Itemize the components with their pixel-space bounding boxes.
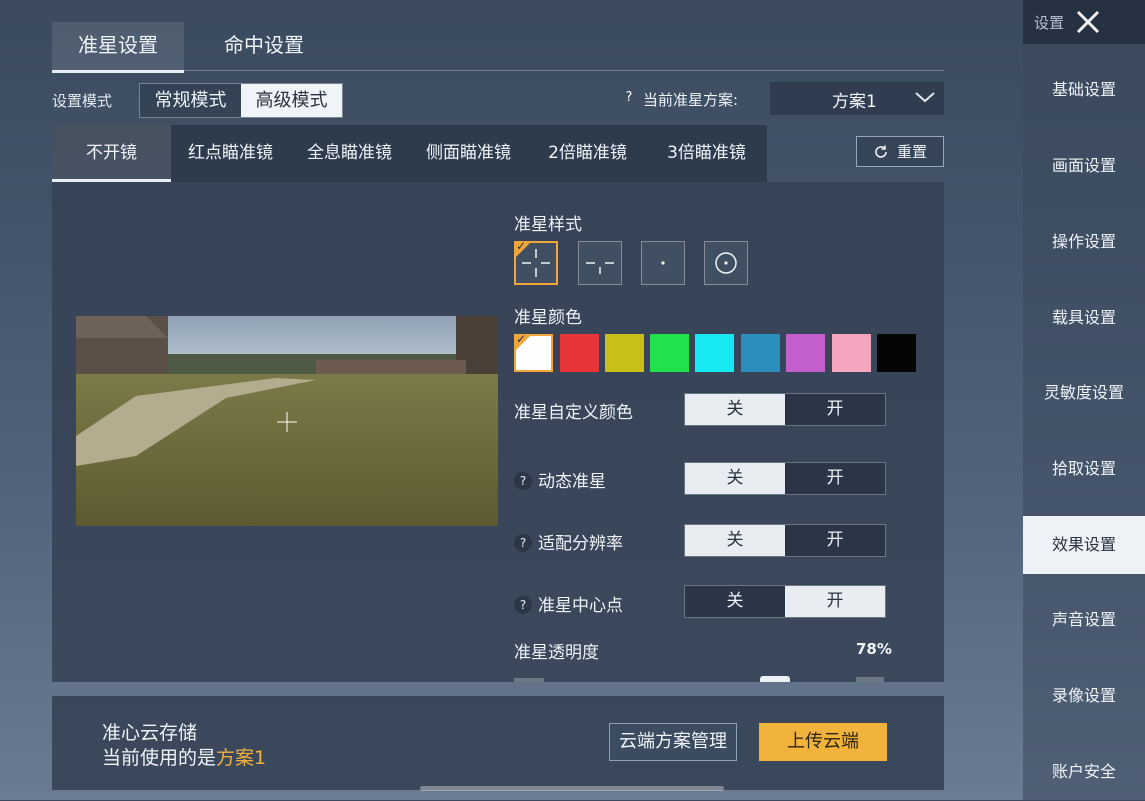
scope-tab-2x[interactable]: 2倍瞄准镜 (528, 125, 647, 182)
sidebar-item-sensitivity[interactable]: 灵敏度设置 (1023, 364, 1145, 422)
dynamic-on-button[interactable]: 开 (785, 463, 885, 494)
upload-cloud-button[interactable]: 上传云端 (759, 723, 887, 761)
style-option-split[interactable] (578, 241, 622, 285)
sidebar-item-controls[interactable]: 操作设置 (1023, 213, 1145, 271)
crosshair-circle-icon (715, 252, 737, 274)
scope-tab-holographic[interactable]: 全息瞄准镜 (290, 125, 409, 182)
style-option-circle[interactable] (704, 241, 748, 285)
scope-tab-side[interactable]: 侧面瞄准镜 (409, 125, 528, 182)
scope-tab-3x[interactable]: 3倍瞄准镜 (647, 125, 766, 182)
dynamic-crosshair-toggle: 关 开 (684, 462, 886, 495)
dynamic-crosshair-label: ? 动态准星 (514, 467, 606, 492)
center-dot-toggle: 关 开 (684, 585, 886, 618)
crosshair-preview-image (76, 316, 498, 526)
dynamic-off-button[interactable]: 关 (685, 463, 785, 494)
custom-color-off-button[interactable]: 关 (685, 394, 785, 425)
sidebar-item-graphics[interactable]: 画面设置 (1023, 137, 1145, 195)
color-swatch[interactable]: ✓ (514, 332, 553, 372)
style-option-cross[interactable]: ✓ (514, 239, 558, 285)
color-swatch[interactable] (741, 334, 780, 372)
color-swatch[interactable] (832, 334, 871, 372)
color-swatch[interactable] (695, 334, 734, 372)
mode-advanced-button[interactable]: 高级模式 (241, 84, 342, 117)
scheme-value: 方案1 (832, 92, 877, 112)
mode-label: 设置模式 (52, 92, 113, 110)
close-icon[interactable] (1074, 8, 1102, 36)
sidebar-item-effects[interactable]: 效果设置 (1023, 516, 1145, 574)
scope-tab-red-dot[interactable]: 红点瞄准镜 (171, 125, 290, 182)
color-swatch[interactable] (786, 334, 825, 372)
mode-switch: 常规模式 高级模式 (139, 83, 343, 118)
opacity-slider-thumb[interactable] (760, 676, 790, 682)
sidebar-item-pickup[interactable]: 拾取设置 (1023, 440, 1145, 498)
scope-tabs: 不开镜 红点瞄准镜 全息瞄准镜 侧面瞄准镜 2倍瞄准镜 3倍瞄准镜 (52, 125, 767, 182)
color-swatch[interactable] (605, 334, 644, 372)
scheme-label: 当前准星方案: (643, 91, 739, 109)
cloud-storage-title: 准心云存储 (102, 722, 198, 744)
scope-tab-no-scope[interactable]: 不开镜 (52, 125, 171, 182)
sidebar-item-audio[interactable]: 声音设置 (1023, 591, 1145, 649)
resolution-toggle: 关 开 (684, 524, 886, 557)
sidebar-header-label: 设置 (1034, 14, 1065, 32)
mode-normal-button[interactable]: 常规模式 (140, 84, 241, 117)
resolution-label: ? 适配分辨率 (514, 529, 623, 554)
color-title: 准星颜色 (514, 308, 582, 328)
color-swatch[interactable] (650, 334, 689, 372)
tab-crosshair-settings[interactable]: 准星设置 (52, 22, 184, 73)
resolution-off-button[interactable]: 关 (685, 525, 785, 556)
color-swatch[interactable] (560, 334, 599, 372)
opacity-slider-track[interactable] (514, 678, 544, 682)
chevron-down-icon[interactable] (914, 90, 936, 104)
custom-color-label: 准星自定义颜色 (514, 403, 633, 423)
color-swatch[interactable] (877, 334, 916, 372)
opacity-value: 78% (856, 640, 892, 658)
sidebar-item-recording[interactable]: 录像设置 (1023, 667, 1145, 725)
help-icon[interactable]: ? (622, 91, 636, 105)
reset-label: 重置 (896, 143, 927, 161)
crosshair-split-icon (586, 262, 614, 274)
center-dot-off-button[interactable]: 关 (685, 586, 785, 617)
opacity-label: 准星透明度 (514, 643, 599, 663)
help-icon[interactable]: ? (514, 534, 532, 552)
style-title: 准星样式 (514, 215, 582, 235)
sidebar-item-basic[interactable]: 基础设置 (1023, 61, 1145, 119)
scrollbar[interactable] (420, 786, 724, 791)
reset-button[interactable]: 重置 (856, 136, 944, 167)
cloud-manage-button[interactable]: 云端方案管理 (609, 723, 737, 761)
tab-hit-settings[interactable]: 命中设置 (198, 22, 330, 70)
custom-color-toggle: 关 开 (684, 393, 886, 426)
help-icon[interactable]: ? (514, 472, 532, 490)
center-dot-label: ? 准星中心点 (514, 591, 623, 616)
sidebar-item-account[interactable]: 账户安全 (1023, 743, 1145, 801)
cloud-current-scheme: 当前使用的是方案1 (102, 747, 267, 769)
crosshair-dot-icon (661, 261, 665, 265)
cloud-scheme-name: 方案1 (216, 747, 267, 769)
tab-divider (52, 70, 944, 71)
sidebar-item-vehicle[interactable]: 载具设置 (1023, 289, 1145, 347)
resolution-on-button[interactable]: 开 (785, 525, 885, 556)
help-icon[interactable]: ? (514, 596, 532, 614)
center-dot-on-button[interactable]: 开 (785, 586, 885, 617)
refresh-icon (875, 145, 887, 158)
custom-color-on-button[interactable]: 开 (785, 394, 885, 425)
opacity-slider-end (856, 677, 884, 682)
style-option-dot[interactable] (641, 241, 685, 285)
